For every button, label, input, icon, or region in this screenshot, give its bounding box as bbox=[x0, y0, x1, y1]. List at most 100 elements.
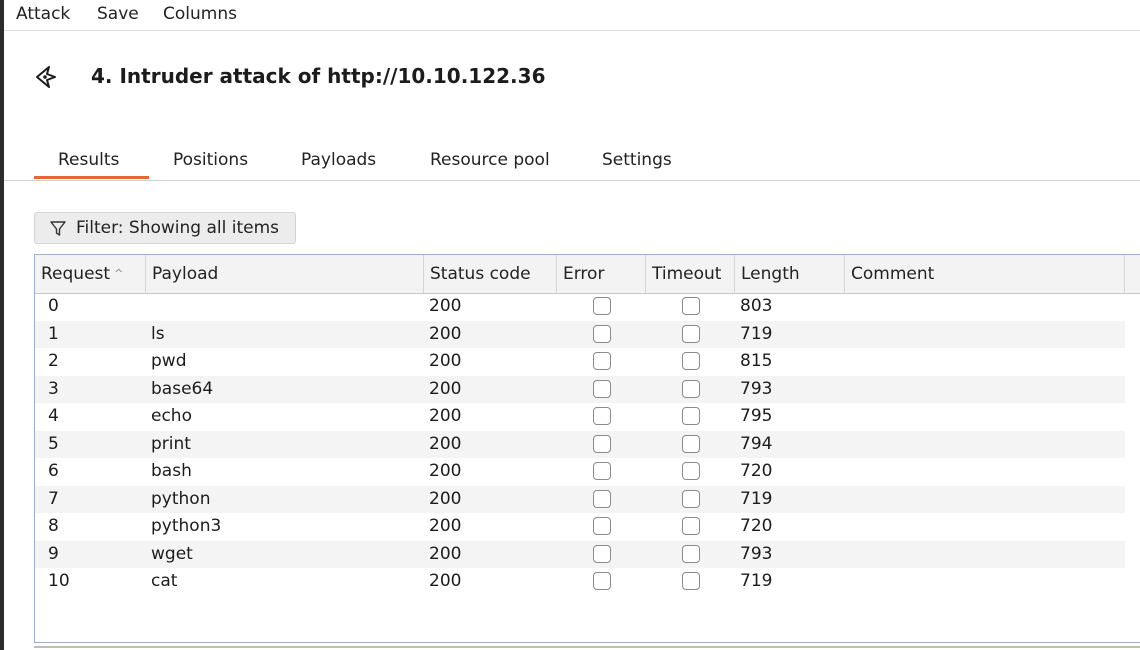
tab-bar: Results Positions Payloads Resource pool… bbox=[4, 140, 1140, 181]
cell-length: 720 bbox=[740, 516, 773, 536]
cell-payload: ls bbox=[151, 323, 165, 344]
column-header-payload[interactable]: Payload bbox=[146, 255, 424, 293]
cell-status-code: 200 bbox=[429, 543, 462, 564]
cell-length: 794 bbox=[740, 433, 773, 454]
menu-attack[interactable]: Attack bbox=[16, 4, 70, 24]
sort-ascending-icon: ^ bbox=[114, 267, 124, 280]
error-checkbox bbox=[593, 544, 611, 563]
cell-request: 5 bbox=[48, 433, 59, 454]
timeout-checkbox bbox=[682, 324, 700, 343]
tab-results[interactable]: Results bbox=[58, 150, 119, 170]
cell-length: 719 bbox=[740, 323, 773, 344]
tab-positions[interactable]: Positions bbox=[173, 150, 248, 170]
cell-status-code: 200 bbox=[429, 296, 462, 316]
cell-payload: wget bbox=[151, 543, 193, 564]
cell-status-code: 200 bbox=[429, 406, 462, 426]
menu-save[interactable]: Save bbox=[97, 4, 139, 24]
timeout-checkbox bbox=[682, 544, 700, 563]
cell-request: 9 bbox=[48, 543, 59, 564]
cell-length: 795 bbox=[740, 406, 773, 426]
cell-request: 0 bbox=[48, 296, 59, 316]
table-row[interactable]: 7 python 200 719 bbox=[35, 485, 1125, 513]
column-header-length[interactable]: Length bbox=[735, 255, 845, 293]
error-checkbox bbox=[593, 572, 611, 590]
cell-request: 4 bbox=[48, 406, 59, 426]
tab-payloads[interactable]: Payloads bbox=[301, 150, 376, 170]
cell-length: 719 bbox=[740, 488, 773, 509]
cell-payload: cat bbox=[151, 571, 178, 591]
cell-request: 2 bbox=[48, 351, 59, 371]
timeout-checkbox bbox=[682, 407, 700, 425]
cell-request: 8 bbox=[48, 516, 59, 536]
cell-length: 803 bbox=[740, 296, 773, 316]
table-row[interactable]: 4 echo 200 795 bbox=[35, 403, 1125, 431]
timeout-checkbox bbox=[682, 572, 700, 590]
column-header-comment[interactable]: Comment bbox=[845, 255, 1125, 293]
cell-length: 720 bbox=[740, 461, 773, 481]
table-row[interactable]: 6 bash 200 720 bbox=[35, 458, 1125, 486]
intruder-icon bbox=[36, 66, 56, 88]
error-checkbox bbox=[593, 352, 611, 370]
cell-request: 10 bbox=[48, 571, 70, 591]
table-row[interactable]: 8 python3 200 720 bbox=[35, 513, 1125, 541]
error-checkbox bbox=[593, 324, 611, 343]
error-checkbox bbox=[593, 517, 611, 535]
cell-status-code: 200 bbox=[429, 378, 462, 399]
cell-status-code: 200 bbox=[429, 571, 462, 591]
cell-payload: python bbox=[151, 488, 211, 509]
error-checkbox bbox=[593, 489, 611, 508]
timeout-checkbox bbox=[682, 379, 700, 398]
table-row[interactable]: 5 print 200 794 bbox=[35, 430, 1125, 458]
table-row[interactable]: 9 wget 200 793 bbox=[35, 540, 1125, 568]
table-row[interactable]: 2 pwd 200 815 bbox=[35, 348, 1125, 376]
column-header-timeout[interactable]: Timeout bbox=[646, 255, 735, 293]
table-row[interactable]: 0 200 803 bbox=[35, 293, 1125, 321]
timeout-checkbox bbox=[682, 434, 700, 453]
cell-length: 815 bbox=[740, 351, 773, 371]
tab-resource-pool[interactable]: Resource pool bbox=[430, 150, 550, 170]
error-checkbox bbox=[593, 462, 611, 480]
table-row[interactable]: 3 base64 200 793 bbox=[35, 375, 1125, 403]
cell-payload: base64 bbox=[151, 378, 214, 399]
cell-status-code: 200 bbox=[429, 516, 462, 536]
filter-label: Filter: Showing all items bbox=[76, 218, 280, 238]
timeout-checkbox bbox=[682, 297, 700, 315]
menu-columns[interactable]: Columns bbox=[163, 4, 237, 24]
cell-status-code: 200 bbox=[429, 323, 462, 344]
timeout-checkbox bbox=[682, 462, 700, 480]
timeout-checkbox bbox=[682, 489, 700, 508]
error-checkbox bbox=[593, 407, 611, 425]
bottom-divider bbox=[34, 646, 1140, 648]
cell-payload: echo bbox=[151, 406, 192, 426]
table-header: Request ^ Payload Status code Error Timeo… bbox=[35, 255, 1140, 294]
cell-request: 6 bbox=[48, 461, 59, 481]
page-title: 4. Intruder attack of http://10.10.122.3… bbox=[91, 64, 546, 88]
cell-payload: bash bbox=[151, 461, 192, 481]
cell-payload: print bbox=[151, 433, 191, 454]
active-tab-indicator bbox=[34, 176, 149, 179]
timeout-checkbox bbox=[682, 517, 700, 535]
cell-status-code: 200 bbox=[429, 351, 462, 371]
column-header-request[interactable]: Request ^ bbox=[35, 255, 146, 293]
cell-length: 793 bbox=[740, 378, 773, 399]
cell-request: 7 bbox=[48, 488, 59, 509]
menu-bar: Attack Save Columns bbox=[4, 0, 1140, 31]
cell-length: 793 bbox=[740, 543, 773, 564]
table-row[interactable]: 10 cat 200 719 bbox=[35, 568, 1125, 596]
cell-payload: python3 bbox=[151, 516, 222, 536]
filter-icon bbox=[50, 221, 66, 236]
cell-length: 719 bbox=[740, 571, 773, 591]
column-header-error[interactable]: Error bbox=[557, 255, 646, 293]
cell-status-code: 200 bbox=[429, 461, 462, 481]
tab-settings[interactable]: Settings bbox=[602, 150, 672, 170]
cell-request: 3 bbox=[48, 378, 59, 399]
cell-payload: pwd bbox=[151, 351, 187, 371]
cell-request: 1 bbox=[48, 323, 59, 344]
filter-button[interactable]: Filter: Showing all items bbox=[34, 212, 296, 244]
error-checkbox bbox=[593, 379, 611, 398]
table-row[interactable]: 1 ls 200 719 bbox=[35, 320, 1125, 348]
error-checkbox bbox=[593, 434, 611, 453]
column-header-status-code[interactable]: Status code bbox=[424, 255, 557, 293]
cell-status-code: 200 bbox=[429, 488, 462, 509]
cell-status-code: 200 bbox=[429, 433, 462, 454]
